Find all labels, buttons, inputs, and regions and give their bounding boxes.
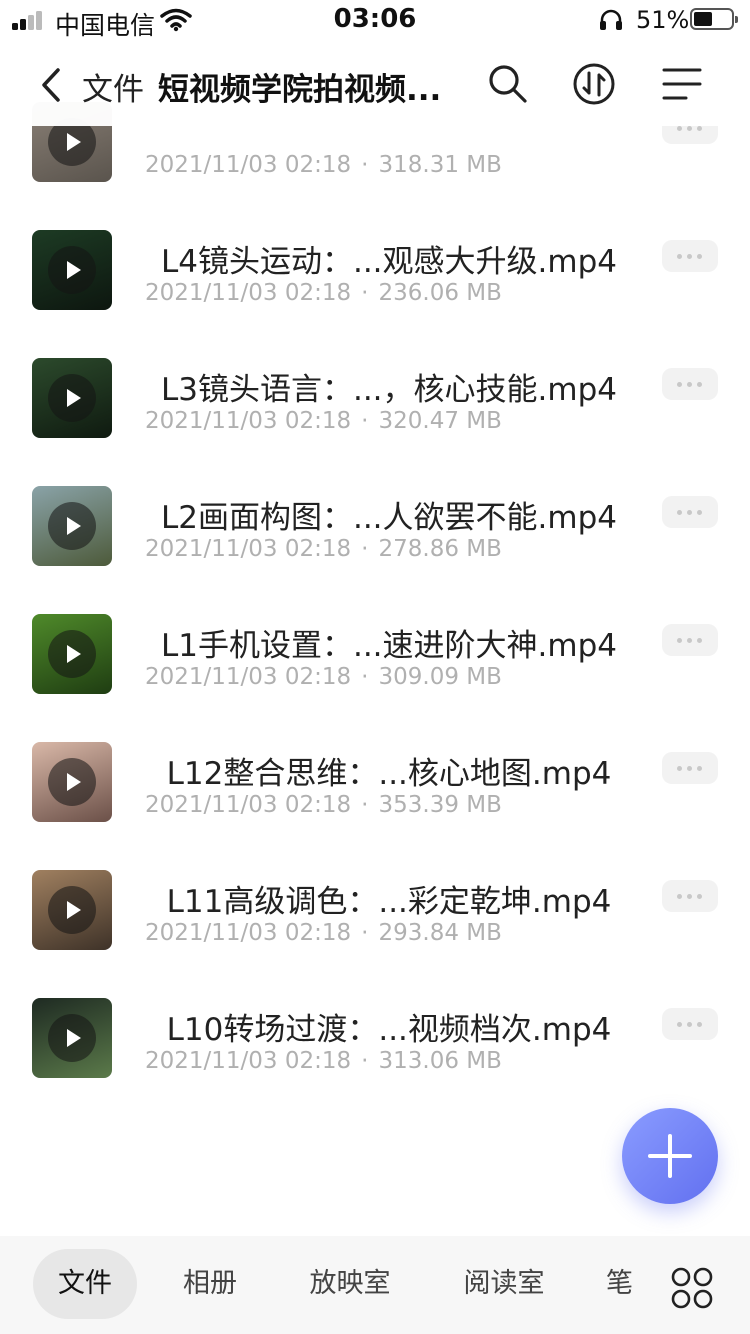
file-row[interactable]: L11高级调色：...彩定乾坤.mp4 2021/11/03 02:18 · 293.…: [0, 846, 750, 974]
sort-icon[interactable]: [570, 60, 618, 108]
file-row[interactable]: L12整合思维：...核心地图.mp4 2021/11/03 02:18 · 353.…: [0, 718, 750, 846]
more-options-button[interactable]: [662, 1008, 718, 1040]
file-date: 2021/11/03 02:18: [145, 664, 352, 690]
file-meta: 2021/11/03 02:18 · 318.31 MB: [145, 152, 502, 178]
menu-icon[interactable]: [658, 60, 706, 108]
file-size: 313.06 MB: [378, 1048, 502, 1074]
file-size: 293.84 MB: [378, 920, 502, 946]
meta-separator: ·: [361, 408, 369, 434]
file-name[interactable]: L11高级调色：...彩定乾坤.mp4: [144, 876, 634, 921]
file-size: 309.09 MB: [378, 664, 502, 690]
battery-percent: 51%: [636, 6, 690, 34]
file-date: 2021/11/03 02:18: [145, 1048, 352, 1074]
grid-icon[interactable]: [670, 1266, 714, 1310]
file-meta: 2021/11/03 02:18 · 293.84 MB: [145, 920, 502, 946]
headphones-icon: [600, 9, 622, 30]
tab-album[interactable]: 相册: [160, 1249, 260, 1319]
file-date: 2021/11/03 02:18: [145, 920, 352, 946]
back-button[interactable]: [30, 62, 76, 108]
video-thumbnail[interactable]: [32, 614, 112, 694]
play-icon[interactable]: [48, 630, 96, 678]
play-icon[interactable]: [48, 374, 96, 422]
file-size: 278.86 MB: [378, 536, 502, 562]
bottom-tab-bar: 文件 相册 放映室 阅读室 笔: [0, 1236, 750, 1334]
file-date: 2021/11/03 02:18: [145, 152, 352, 178]
top-nav: 文件 短视频学院拍视频...: [0, 44, 750, 126]
more-options-button[interactable]: [662, 368, 718, 400]
meta-separator: ·: [361, 792, 369, 818]
file-name[interactable]: L12整合思维：...核心地图.mp4: [144, 748, 634, 793]
battery-icon: [690, 8, 738, 30]
file-row[interactable]: L1手机设置：...速进阶大神.mp4 2021/11/03 02:18 · 309.…: [0, 590, 750, 718]
file-name[interactable]: L2画面构图：...人欲罢不能.mp4: [144, 492, 634, 537]
meta-separator: ·: [361, 280, 369, 306]
file-name[interactable]: L1手机设置：...速进阶大神.mp4: [144, 620, 634, 665]
more-options-button[interactable]: [662, 240, 718, 272]
folder-title: 短视频学院拍视频...: [158, 72, 442, 108]
more-options-button[interactable]: [662, 624, 718, 656]
play-icon[interactable]: [48, 886, 96, 934]
more-options-button[interactable]: [662, 496, 718, 528]
play-icon[interactable]: [48, 246, 96, 294]
back-label[interactable]: 文件: [82, 64, 144, 109]
file-meta: 2021/11/03 02:18 · 320.47 MB: [145, 408, 502, 434]
video-thumbnail[interactable]: [32, 870, 112, 950]
tab-files[interactable]: 文件: [33, 1249, 137, 1319]
file-name[interactable]: L10转场过渡：...视频档次.mp4: [144, 1004, 634, 1049]
file-row[interactable]: L2画面构图：...人欲罢不能.mp4 2021/11/03 02:18 · 278.…: [0, 462, 750, 590]
play-icon[interactable]: [48, 502, 96, 550]
more-options-button[interactable]: [662, 752, 718, 784]
file-meta: 2021/11/03 02:18 · 309.09 MB: [145, 664, 502, 690]
file-size: 236.06 MB: [378, 280, 502, 306]
meta-separator: ·: [361, 920, 369, 946]
file-meta: 2021/11/03 02:18 · 236.06 MB: [145, 280, 502, 306]
status-bar: 中国电信 03:06 51%: [0, 0, 750, 40]
file-date: 2021/11/03 02:18: [145, 408, 352, 434]
video-thumbnail[interactable]: [32, 486, 112, 566]
meta-separator: ·: [361, 536, 369, 562]
video-thumbnail[interactable]: [32, 230, 112, 310]
meta-separator: ·: [361, 1048, 369, 1074]
file-date: 2021/11/03 02:18: [145, 536, 352, 562]
meta-separator: ·: [361, 152, 369, 178]
file-row[interactable]: L10转场过渡：...视频档次.mp4 2021/11/03 02:18 · 313.…: [0, 974, 750, 1102]
file-meta: 2021/11/03 02:18 · 353.39 MB: [145, 792, 502, 818]
file-row[interactable]: L4镜头运动：...观感大升级.mp4 2021/11/03 02:18 · 236.…: [0, 206, 750, 334]
file-size: 353.39 MB: [378, 792, 502, 818]
meta-separator: ·: [361, 664, 369, 690]
file-meta: 2021/11/03 02:18 · 313.06 MB: [145, 1048, 502, 1074]
more-options-button[interactable]: [662, 880, 718, 912]
play-icon[interactable]: [48, 1014, 96, 1062]
add-button[interactable]: [622, 1108, 718, 1204]
play-icon[interactable]: [48, 758, 96, 806]
file-row[interactable]: L3镜头语言：...，核心技能.mp4 2021/11/03 02:18 · 320.…: [0, 334, 750, 462]
tab-notes[interactable]: 笔: [606, 1249, 646, 1319]
search-icon[interactable]: [484, 60, 532, 108]
file-size: 320.47 MB: [378, 408, 502, 434]
file-date: 2021/11/03 02:18: [145, 792, 352, 818]
file-date: 2021/11/03 02:18: [145, 280, 352, 306]
file-size: 318.31 MB: [378, 152, 502, 178]
file-name[interactable]: L3镜头语言：...，核心技能.mp4: [144, 364, 634, 409]
tab-screening-room[interactable]: 放映室: [292, 1249, 408, 1319]
file-name[interactable]: L4镜头运动：...观感大升级.mp4: [144, 236, 634, 281]
file-meta: 2021/11/03 02:18 · 278.86 MB: [145, 536, 502, 562]
video-thumbnail[interactable]: [32, 998, 112, 1078]
tab-reading-room[interactable]: 阅读室: [446, 1249, 562, 1319]
video-thumbnail[interactable]: [32, 358, 112, 438]
video-thumbnail[interactable]: [32, 742, 112, 822]
